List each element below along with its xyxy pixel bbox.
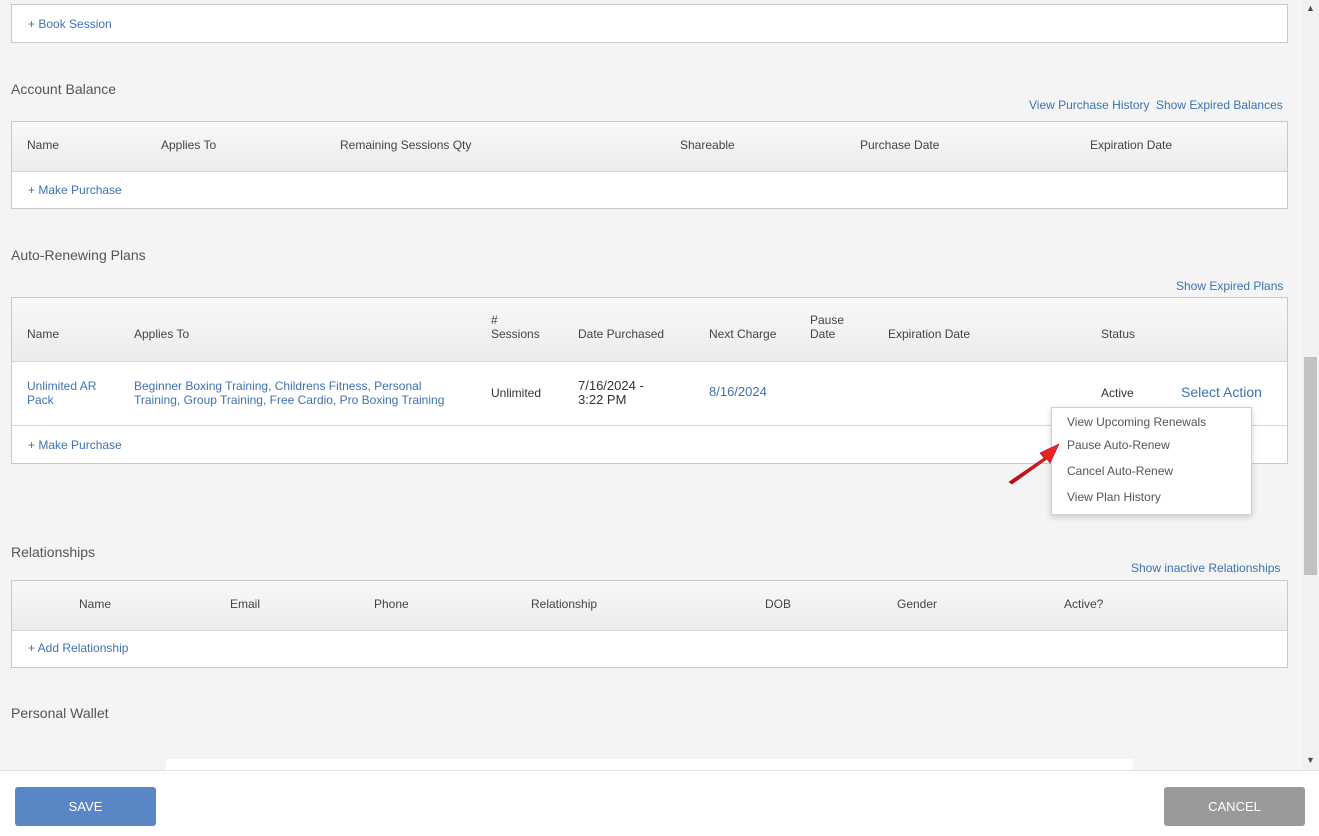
wallet-panel <box>166 759 1133 770</box>
account-balance-table: Name Applies To Remaining Sessions Qty S… <box>11 121 1288 209</box>
scroll-down-icon[interactable]: ▼ <box>1302 752 1319 769</box>
sessions-value: Unlimited <box>491 386 542 400</box>
view-purchase-history-link[interactable]: View Purchase History <box>1029 98 1150 112</box>
column-header-date-purchased: Date Purchased <box>578 327 665 341</box>
menu-item-view-upcoming-renewals[interactable]: View Upcoming Renewals <box>1067 415 1206 429</box>
book-session-link[interactable]: + Book Session <box>28 17 112 31</box>
show-expired-balances-link[interactable]: Show Expired Balances <box>1156 98 1283 112</box>
column-header-name: Name <box>27 327 60 341</box>
select-action-button[interactable]: Select Action <box>1181 385 1262 399</box>
footer-bar: SAVE CANCEL <box>0 770 1319 836</box>
column-header-phone: Phone <box>374 597 409 611</box>
status-value: Active <box>1101 386 1134 400</box>
auto-renewing-plans-title: Auto-Renewing Plans <box>11 247 146 263</box>
column-header-gender: Gender <box>897 597 938 611</box>
annotation-arrow-icon <box>1008 443 1060 485</box>
table-header: Name Email Phone Relationship DOB Gender… <box>12 581 1287 631</box>
column-header-dob: DOB <box>765 597 792 611</box>
add-relationship-link[interactable]: + Add Relationship <box>28 641 128 655</box>
column-header-applies-to: Applies To <box>161 138 217 152</box>
column-header-purchase-date: Purchase Date <box>860 138 940 152</box>
column-header-pause: Pause <box>810 313 845 327</box>
cancel-button[interactable]: CANCEL <box>1164 787 1305 826</box>
menu-item-pause-auto-renew[interactable]: Pause Auto-Renew <box>1067 438 1170 452</box>
plan-name-link-line2[interactable]: Pack <box>27 393 54 407</box>
date-purchased-value: 7/16/2024 - <box>578 378 644 393</box>
relationships-table: Name Email Phone Relationship DOB Gender… <box>11 580 1288 668</box>
make-purchase-link[interactable]: + Make Purchase <box>28 438 122 452</box>
show-expired-plans-link[interactable]: Show Expired Plans <box>1176 279 1283 293</box>
make-purchase-link[interactable]: + Make Purchase <box>28 183 122 197</box>
applies-to-link-line2[interactable]: Training, Group Training, Free Cardio, P… <box>134 393 444 407</box>
column-header-relationship: Relationship <box>531 597 598 611</box>
column-header-pause-date: Date <box>810 327 836 341</box>
column-header-sessions: Sessions <box>491 327 540 341</box>
plan-name-link[interactable]: Unlimited AR <box>27 379 96 393</box>
select-action-menu: View Upcoming Renewals Pause Auto-Renew … <box>1051 407 1252 515</box>
relationships-title: Relationships <box>11 544 96 560</box>
column-header-active: Active? <box>1064 597 1104 611</box>
account-balance-title: Account Balance <box>11 81 117 97</box>
table-header: Name Applies To # Sessions Date Purchase… <box>12 298 1287 362</box>
column-header-email: Email <box>230 597 261 611</box>
menu-item-view-plan-history[interactable]: View Plan History <box>1067 490 1161 504</box>
column-header-status: Status <box>1101 327 1136 341</box>
column-header-next-charge: Next Charge <box>709 327 777 341</box>
page-content: + Book Session Account Balance View Purc… <box>0 0 1302 770</box>
applies-to-link[interactable]: Beginner Boxing Training, Childrens Fitn… <box>134 379 421 393</box>
show-inactive-relationships-link[interactable]: Show inactive Relationships <box>1131 561 1280 575</box>
column-header-expiration-date: Expiration Date <box>1090 138 1173 152</box>
column-header-sessions-hash: # <box>491 313 498 327</box>
next-charge-link[interactable]: 8/16/2024 <box>709 385 767 399</box>
scrollbar-thumb[interactable] <box>1304 357 1317 575</box>
scroll-up-icon[interactable]: ▲ <box>1302 0 1319 17</box>
sessions-table: + Book Session <box>11 4 1288 43</box>
column-header-expiration-date: Expiration Date <box>888 327 971 341</box>
menu-item-cancel-auto-renew[interactable]: Cancel Auto-Renew <box>1067 464 1173 478</box>
personal-wallet-title: Personal Wallet <box>11 705 109 721</box>
column-header-remaining-sessions: Remaining Sessions Qty <box>340 138 472 152</box>
save-button[interactable]: SAVE <box>15 787 156 826</box>
column-header-name: Name <box>79 597 112 611</box>
column-header-shareable: Shareable <box>680 138 735 152</box>
vertical-scrollbar[interactable]: ▲ ▼ <box>1302 0 1319 770</box>
table-header: Name Applies To Remaining Sessions Qty S… <box>12 122 1287 172</box>
column-header-name: Name <box>27 138 60 152</box>
column-header-applies-to: Applies To <box>134 327 190 341</box>
date-purchased-time: 3:22 PM <box>578 392 627 407</box>
